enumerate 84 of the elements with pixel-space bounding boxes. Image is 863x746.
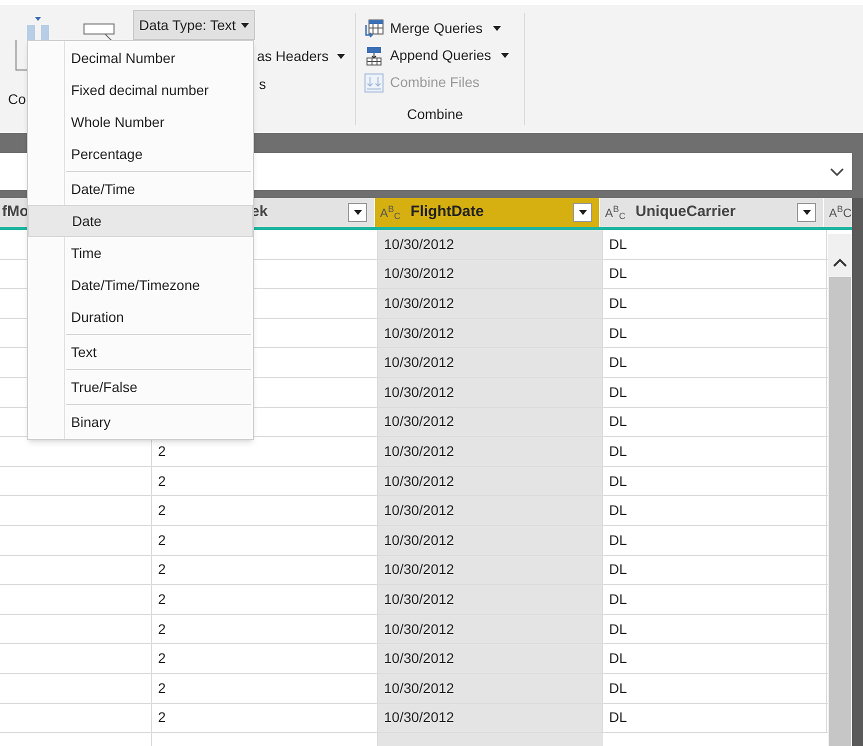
use-headers-button[interactable]: as Headers: [257, 44, 345, 68]
table-cell-text: 2: [158, 442, 166, 461]
filter-button[interactable]: [573, 203, 592, 222]
menu-item[interactable]: Text: [28, 336, 253, 368]
table-cell-text: 2: [158, 678, 166, 698]
menu-item[interactable]: Whole Number: [28, 106, 253, 138]
combine-button[interactable]: Append Queries: [364, 42, 524, 69]
table-cell-text: 10/30/2012: [384, 649, 454, 668]
table-cell-text: DL: [609, 649, 627, 668]
table-merge-icon: [364, 18, 384, 38]
menu-item[interactable]: Duration: [28, 301, 253, 333]
column-name: UniqueCarrier: [636, 202, 736, 222]
caret-icon: [501, 53, 510, 58]
menu-item[interactable]: True/False: [28, 371, 253, 403]
table-cell-text: 2: [158, 590, 166, 609]
table-cell-text: 2: [158, 472, 166, 491]
table-cell-text: 10/30/2012: [384, 294, 454, 313]
table-cell-text: 10/30/2012: [384, 353, 454, 372]
table-cell-text: DL: [609, 678, 627, 698]
table-cell-text: 10/30/2012: [384, 530, 454, 550]
menu-item[interactable]: Decimal Number: [28, 42, 253, 74]
filter-button[interactable]: [348, 203, 367, 222]
menu-item[interactable]: Date/Time/Timezone: [28, 269, 253, 301]
combine-button[interactable]: Merge Queries: [364, 15, 524, 42]
abc-type-icon: A$^{B}$C: [829, 204, 852, 222]
column-name: FlightDate: [410, 202, 484, 222]
table-cell-text: DL: [609, 620, 627, 639]
table-cell-text: 2: [158, 501, 166, 520]
table-cell-text: 10/30/2012: [384, 708, 454, 728]
table-cell-text: 10/30/2012: [384, 324, 454, 343]
table-cell-text: DL: [609, 530, 627, 550]
table-cell-text: DL: [609, 294, 627, 313]
ribbon-label: s: [259, 75, 267, 94]
table-append-icon: [364, 46, 384, 66]
menu-item[interactable]: Fixed decimal number: [28, 74, 253, 106]
ribbon-label: Co: [8, 90, 26, 109]
table-cell-text: 2: [158, 708, 166, 728]
table-cell-text: DL: [609, 708, 627, 728]
caret-icon: [492, 26, 501, 31]
table-cell-text: 10/30/2012: [384, 382, 454, 402]
table-cell-text: 10/30/2012: [384, 620, 454, 639]
menu-item[interactable]: Date: [28, 205, 253, 237]
table-cell-text: 10/30/2012: [384, 501, 454, 520]
table-cell-text: DL: [609, 412, 627, 432]
table-cell-text: DL: [609, 442, 627, 461]
table-cell-text: DL: [609, 382, 627, 402]
chevron-down-icon: [830, 168, 844, 176]
caret-down-icon: [578, 210, 586, 215]
data-type-button[interactable]: Data Type: Text: [133, 10, 255, 40]
table-cell-text: DL: [609, 324, 627, 343]
caret-down-icon: [802, 210, 810, 215]
column-name: fMo: [2, 202, 29, 222]
table-cell-text: DL: [609, 472, 627, 491]
table-cell-text: 10/30/2012: [384, 442, 454, 461]
menu-item[interactable]: Percentage: [28, 138, 253, 170]
table-cell-text: 10/30/2012: [384, 412, 454, 432]
scrollbar-thumb[interactable]: [829, 277, 851, 746]
table-cell-text: DL: [609, 501, 627, 520]
scroll-up-icon[interactable]: [833, 258, 847, 267]
caret-icon: [336, 54, 345, 58]
table-cell-text: DL: [609, 590, 627, 609]
column-header[interactable]: A$^{B}$$_{C}$ FlightDate: [375, 198, 600, 227]
table-cell-text: DL: [609, 560, 627, 580]
filter-button[interactable]: [797, 203, 816, 222]
caret-icon: [240, 22, 249, 28]
table-cell-text: 2: [158, 530, 166, 550]
table-cell-text: 10/30/2012: [384, 678, 454, 698]
table-cell-text: 10/30/2012: [384, 560, 454, 580]
table-cell-text: 10/30/2012: [384, 234, 454, 254]
table-cell-text: 2: [158, 620, 166, 639]
group-label: Combine: [407, 105, 464, 124]
table-cell-text: 10/30/2012: [384, 590, 454, 609]
table-cell-text: 2: [158, 560, 166, 580]
table-cell-text: DL: [609, 353, 627, 372]
combine-files-icon: [364, 72, 384, 92]
table-cell-text: DL: [609, 234, 627, 254]
menu-item[interactable]: Binary: [28, 406, 253, 438]
menu-item[interactable]: Time: [28, 237, 253, 269]
table-cell-text: DL: [609, 264, 627, 284]
table-cell-text: 10/30/2012: [384, 264, 454, 284]
scrollbar[interactable]: [828, 234, 852, 746]
table-cell-text: 10/30/2012: [384, 472, 454, 491]
caret-down-icon: [354, 210, 362, 215]
table-cell-text: 2: [158, 649, 166, 668]
